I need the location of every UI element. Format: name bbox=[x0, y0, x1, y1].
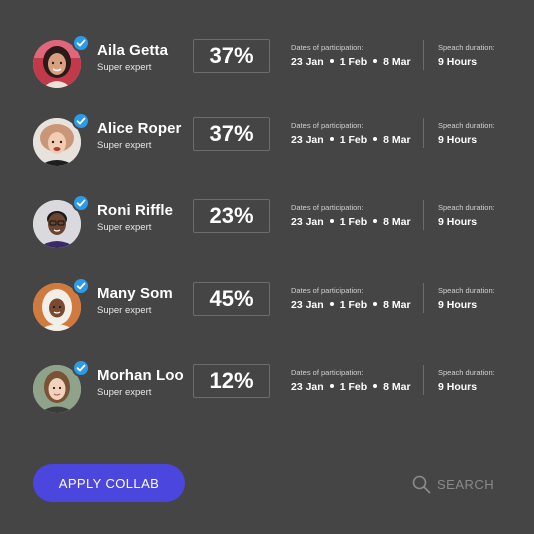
participant-name: Morhan Loo bbox=[97, 367, 184, 384]
participation-dates: 23 Jan 1 Feb 8 Mar bbox=[291, 381, 411, 393]
search-button[interactable]: SEARCH bbox=[412, 474, 494, 494]
search-label: SEARCH bbox=[437, 476, 495, 492]
dates-label: Dates of participation: bbox=[291, 203, 364, 212]
date: 8 Mar bbox=[383, 134, 411, 146]
bullet-separator bbox=[373, 384, 378, 389]
divider bbox=[423, 200, 424, 230]
bullet-separator bbox=[329, 302, 334, 307]
participation-dates: 23 Jan 1 Feb 8 Mar bbox=[291, 134, 411, 146]
divider bbox=[423, 365, 424, 395]
date: 23 Jan bbox=[291, 134, 324, 146]
participant-role: Super expert bbox=[97, 62, 152, 73]
verified-badge-icon bbox=[72, 359, 90, 377]
participant-name: Alice Roper bbox=[97, 120, 182, 137]
apply-collab-button[interactable]: APPLY COLLAB bbox=[33, 464, 185, 502]
bullet-separator bbox=[373, 59, 378, 64]
participant-row[interactable]: Aila Getta Super expert 37% Dates of par… bbox=[0, 34, 534, 100]
speech-duration: 9 Hours bbox=[438, 381, 478, 393]
participant-row[interactable]: Morhan Loo Super expert 12% Dates of par… bbox=[0, 359, 534, 425]
divider bbox=[423, 283, 424, 313]
date: 1 Feb bbox=[339, 381, 368, 393]
speech-label: Speach duration: bbox=[438, 368, 495, 377]
participant-row[interactable]: Many Som Super expert 45% Dates of parti… bbox=[0, 277, 534, 343]
date: 23 Jan bbox=[291, 216, 324, 228]
date: 1 Feb bbox=[339, 56, 368, 68]
bullet-separator bbox=[373, 137, 378, 142]
bullet-separator bbox=[329, 219, 334, 224]
bullet-separator bbox=[329, 384, 334, 389]
dates-label: Dates of participation: bbox=[291, 43, 364, 52]
participant-role: Super expert bbox=[97, 305, 152, 316]
dates-label: Dates of participation: bbox=[291, 286, 364, 295]
speech-label: Speach duration: bbox=[438, 121, 495, 130]
participation-percent: 12% bbox=[193, 364, 270, 398]
speech-duration: 9 Hours bbox=[438, 299, 478, 311]
date: 1 Feb bbox=[339, 299, 368, 311]
participation-dates: 23 Jan 1 Feb 8 Mar bbox=[291, 216, 411, 228]
bullet-separator bbox=[329, 59, 334, 64]
verified-badge-icon bbox=[72, 194, 90, 212]
date: 23 Jan bbox=[291, 56, 324, 68]
search-icon bbox=[412, 475, 431, 493]
participant-name: Aila Getta bbox=[97, 42, 169, 59]
speech-duration: 9 Hours bbox=[438, 56, 478, 68]
speech-label: Speach duration: bbox=[438, 286, 495, 295]
participation-percent: 37% bbox=[193, 39, 270, 73]
bullet-separator bbox=[373, 219, 378, 224]
dates-label: Dates of participation: bbox=[291, 121, 364, 130]
speech-duration: 9 Hours bbox=[438, 216, 478, 228]
bullet-separator bbox=[329, 137, 334, 142]
date: 8 Mar bbox=[383, 299, 411, 311]
divider bbox=[423, 118, 424, 148]
participation-dates: 23 Jan 1 Feb 8 Mar bbox=[291, 56, 411, 68]
speech-label: Speach duration: bbox=[438, 43, 495, 52]
date: 8 Mar bbox=[383, 56, 411, 68]
date: 23 Jan bbox=[291, 299, 324, 311]
participation-percent: 45% bbox=[193, 282, 270, 316]
participation-percent: 23% bbox=[193, 199, 270, 233]
date: 1 Feb bbox=[339, 134, 368, 146]
participant-role: Super expert bbox=[97, 140, 152, 151]
participation-dates: 23 Jan 1 Feb 8 Mar bbox=[291, 299, 411, 311]
participant-row[interactable]: Alice Roper Super expert 37% Dates of pa… bbox=[0, 112, 534, 178]
participant-name: Roni Riffle bbox=[97, 202, 174, 219]
date: 23 Jan bbox=[291, 381, 324, 393]
verified-badge-icon bbox=[72, 34, 90, 52]
participant-role: Super expert bbox=[97, 387, 152, 398]
participant-name: Many Som bbox=[97, 285, 173, 302]
dates-label: Dates of participation: bbox=[291, 368, 364, 377]
participation-percent: 37% bbox=[193, 117, 270, 151]
bullet-separator bbox=[373, 302, 378, 307]
speech-duration: 9 Hours bbox=[438, 134, 478, 146]
date: 8 Mar bbox=[383, 216, 411, 228]
speech-label: Speach duration: bbox=[438, 203, 495, 212]
divider bbox=[423, 40, 424, 70]
verified-badge-icon bbox=[72, 277, 90, 295]
participant-role: Super expert bbox=[97, 222, 152, 233]
participant-row[interactable]: Roni Riffle Super expert 23% Dates of pa… bbox=[0, 194, 534, 260]
date: 8 Mar bbox=[383, 381, 411, 393]
verified-badge-icon bbox=[72, 112, 90, 130]
date: 1 Feb bbox=[339, 216, 368, 228]
